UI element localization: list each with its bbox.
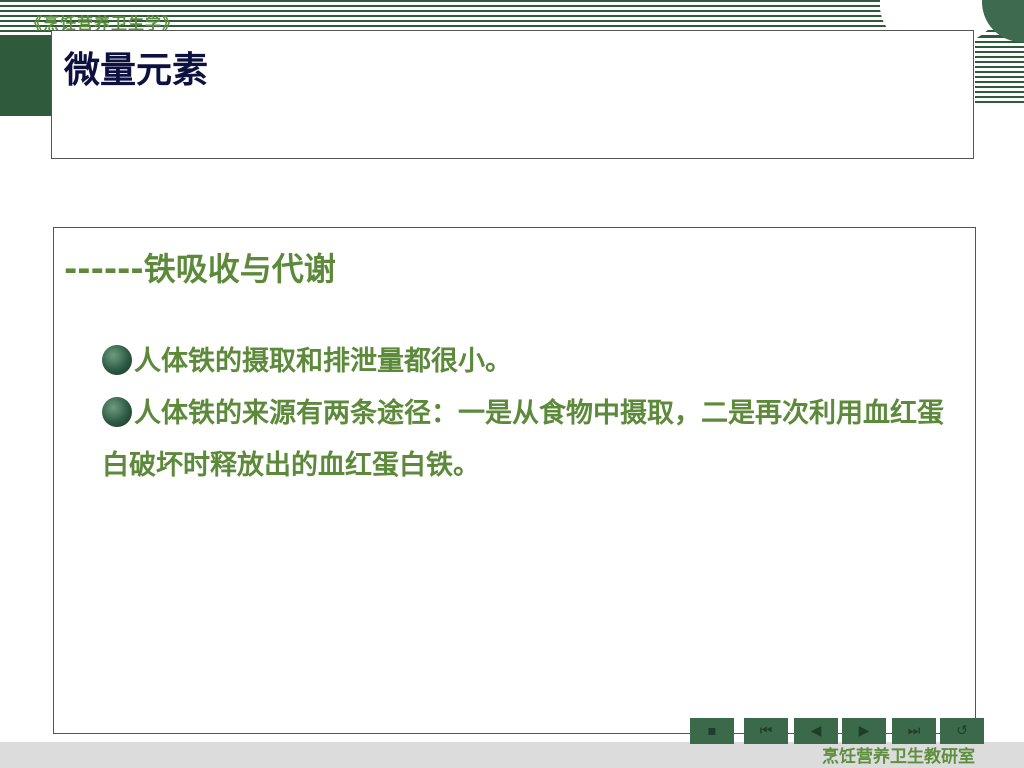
title-box: 微量元素 <box>51 30 974 159</box>
next-icon: ▶ <box>858 723 870 739</box>
slide-subtitle: ------铁吸收与代谢 <box>64 250 336 288</box>
first-page-icon: ⏮ <box>759 723 773 739</box>
content-box: ------铁吸收与代谢 人体铁的摄取和排泄量都很小。 人体铁的来源有两条途径：… <box>53 227 976 734</box>
previous-icon: ◀ <box>810 723 822 739</box>
left-green-band <box>0 36 52 116</box>
right-stripes <box>975 36 1024 106</box>
footer-org-label: 烹饪营养卫生教研室 <box>822 747 975 767</box>
bullet-item: 人体铁的摄取和排泄量都很小。 <box>102 336 960 388</box>
bullet-dot-icon <box>102 345 132 375</box>
bullet-text: 人体铁的摄取和排泄量都很小。 <box>134 346 512 377</box>
last-page-button[interactable]: ⏭ <box>892 718 936 744</box>
home-icon: ▪ <box>707 723 717 739</box>
bullet-dot-icon <box>102 397 132 427</box>
previous-button[interactable]: ◀ <box>794 718 838 744</box>
next-button[interactable]: ▶ <box>842 718 886 744</box>
return-icon: ↺ <box>956 723 968 739</box>
bullet-item: 人体铁的来源有两条途径：一是从食物中摄取，二是再次利用血红蛋白破坏时释放出的血红… <box>102 388 960 492</box>
return-button[interactable]: ↺ <box>940 718 984 744</box>
last-page-icon: ⏭ <box>907 723 921 739</box>
first-page-button[interactable]: ⏮ <box>744 718 788 744</box>
slide-title: 微量元素 <box>64 50 209 91</box>
bullet-text: 人体铁的来源有两条途径：一是从食物中摄取，二是再次利用血红蛋白破坏时释放出的血红… <box>102 398 944 481</box>
home-button[interactable]: ▪ <box>690 718 734 744</box>
